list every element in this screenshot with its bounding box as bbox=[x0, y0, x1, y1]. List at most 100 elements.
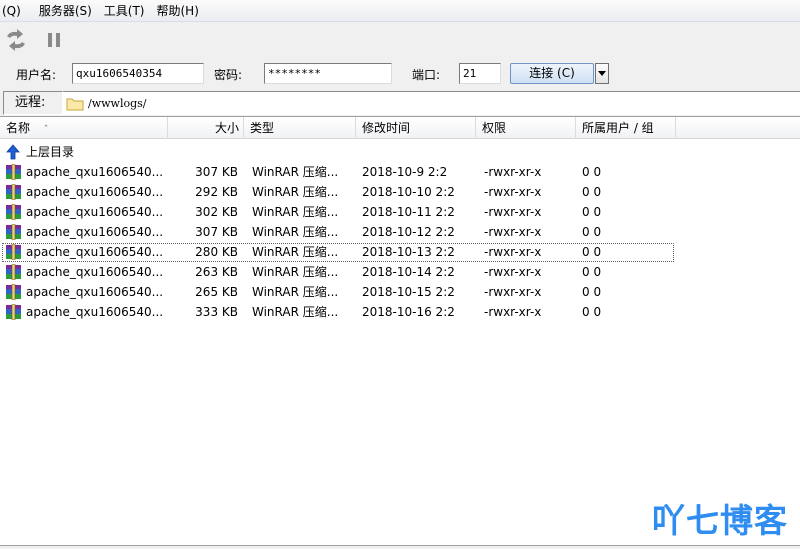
file-name: apache_qxu1606540... bbox=[26, 165, 164, 179]
file-owner: 0 0 bbox=[582, 225, 602, 239]
file-modified: 2018-10-13 2:2 bbox=[362, 245, 455, 259]
pause-icon bbox=[48, 33, 60, 47]
column-header-type[interactable]: 类型 bbox=[244, 117, 356, 139]
file-type: WinRAR 压缩... bbox=[252, 225, 339, 239]
winrar-archive-icon bbox=[6, 224, 21, 240]
file-modified: 2018-10-9 2:2 bbox=[362, 165, 448, 179]
winrar-archive-icon bbox=[6, 304, 21, 320]
winrar-archive-icon bbox=[6, 164, 21, 180]
file-type: WinRAR 压缩... bbox=[252, 285, 339, 299]
file-name: apache_qxu1606540... bbox=[26, 285, 164, 299]
file-row[interactable]: apache_qxu1606540... 280 KB WinRAR 压缩... 20… bbox=[0, 242, 800, 262]
file-row[interactable]: apache_qxu1606540... 292 KB WinRAR 压缩... 20… bbox=[0, 182, 800, 202]
password-field[interactable]: ******** bbox=[264, 63, 392, 84]
file-row[interactable]: apache_qxu1606540... 307 KB WinRAR 压缩... 20… bbox=[0, 162, 800, 182]
username-label: 用户名: bbox=[16, 68, 57, 82]
file-modified: 2018-10-14 2:2 bbox=[362, 265, 455, 279]
parent-directory-row[interactable]: 上层目录 bbox=[0, 142, 800, 162]
winrar-archive-icon bbox=[6, 184, 21, 200]
file-permissions: -rwxr-xr-x bbox=[484, 245, 542, 259]
column-name-label: 名称 bbox=[6, 121, 31, 135]
winrar-archive-icon bbox=[6, 244, 21, 260]
file-size: 280 KB bbox=[195, 245, 238, 259]
file-permissions: -rwxr-xr-x bbox=[484, 165, 542, 179]
remote-path-input[interactable]: /wwwlogs/ bbox=[63, 91, 800, 115]
remote-path-row: 远程: /wwwlogs/ bbox=[0, 91, 800, 116]
file-name: apache_qxu1606540... bbox=[26, 305, 164, 319]
file-modified: 2018-10-10 2:2 bbox=[362, 185, 455, 199]
file-type: WinRAR 压缩... bbox=[252, 205, 339, 219]
refresh-icon bbox=[7, 29, 25, 51]
menu-tools[interactable]: 工具(T) bbox=[100, 0, 153, 22]
file-permissions: -rwxr-xr-x bbox=[484, 285, 542, 299]
file-modified: 2018-10-12 2:2 bbox=[362, 225, 455, 239]
remote-label: 远程: bbox=[3, 91, 63, 115]
menu-help[interactable]: 帮助(H) bbox=[153, 0, 207, 22]
column-header-permissions[interactable]: 权限 bbox=[476, 117, 576, 139]
file-size: 302 KB bbox=[195, 205, 238, 219]
connect-button[interactable]: 连接 (C) bbox=[510, 63, 594, 84]
file-owner: 0 0 bbox=[582, 305, 602, 319]
file-owner: 0 0 bbox=[582, 205, 602, 219]
ftp-client-window: (Q) 服务器(S) 工具(T) 帮助(H) 用户名: qxu160654035… bbox=[0, 0, 800, 549]
column-header-modified[interactable]: 修改时间 bbox=[356, 117, 476, 139]
file-row[interactable]: apache_qxu1606540... 333 KB WinRAR 压缩... 20… bbox=[0, 302, 800, 322]
file-list: 名称 ˆ 大小 类型 修改时间 权限 所属用户 / 组 上层目录 apache_… bbox=[0, 116, 800, 549]
column-header-size[interactable]: 大小 bbox=[168, 117, 244, 139]
file-name: apache_qxu1606540... bbox=[26, 265, 164, 279]
password-label: 密码: bbox=[214, 68, 243, 82]
file-name: apache_qxu1606540... bbox=[26, 225, 164, 239]
file-row[interactable]: apache_qxu1606540... 307 KB WinRAR 压缩... 20… bbox=[0, 222, 800, 242]
menu-bar: (Q) 服务器(S) 工具(T) 帮助(H) bbox=[0, 0, 800, 22]
file-name: apache_qxu1606540... bbox=[26, 205, 164, 219]
file-permissions: -rwxr-xr-x bbox=[484, 205, 542, 219]
file-size: 265 KB bbox=[195, 285, 238, 299]
file-row[interactable]: apache_qxu1606540... 263 KB WinRAR 压缩... 20… bbox=[0, 262, 800, 282]
file-modified: 2018-10-15 2:2 bbox=[362, 285, 455, 299]
list-bottom-edge bbox=[0, 545, 800, 549]
chevron-down-icon bbox=[598, 71, 606, 76]
column-header-name[interactable]: 名称 ˆ bbox=[0, 117, 168, 139]
file-size: 292 KB bbox=[195, 185, 238, 199]
file-owner: 0 0 bbox=[582, 165, 602, 179]
file-permissions: -rwxr-xr-x bbox=[484, 265, 542, 279]
winrar-archive-icon bbox=[6, 204, 21, 220]
winrar-archive-icon bbox=[6, 284, 21, 300]
file-type: WinRAR 压缩... bbox=[252, 245, 339, 259]
file-type: WinRAR 压缩... bbox=[252, 265, 339, 279]
file-size: 307 KB bbox=[195, 165, 238, 179]
refresh-button[interactable] bbox=[2, 26, 30, 54]
file-row[interactable]: apache_qxu1606540... 265 KB WinRAR 压缩... 20… bbox=[0, 282, 800, 302]
watermark-text: 吖七博客 bbox=[652, 501, 788, 540]
up-arrow-icon bbox=[6, 144, 20, 160]
file-size: 333 KB bbox=[195, 305, 238, 319]
login-row: 用户名: qxu1606540354 密码: ******** 端口: 21 连… bbox=[0, 60, 800, 88]
column-header-owner[interactable]: 所属用户 / 组 bbox=[576, 117, 676, 139]
file-owner: 0 0 bbox=[582, 185, 602, 199]
connect-dropdown-button[interactable] bbox=[595, 63, 609, 84]
parent-directory-label: 上层目录 bbox=[26, 145, 75, 159]
username-field[interactable]: qxu1606540354 bbox=[72, 63, 204, 84]
file-name: apache_qxu1606540... bbox=[26, 245, 164, 259]
file-permissions: -rwxr-xr-x bbox=[484, 185, 542, 199]
pause-button[interactable] bbox=[40, 26, 68, 54]
file-owner: 0 0 bbox=[582, 265, 602, 279]
menu-server[interactable]: 服务器(S) bbox=[35, 0, 100, 22]
sort-indicator-icon: ˆ bbox=[43, 125, 49, 135]
file-type: WinRAR 压缩... bbox=[252, 185, 339, 199]
toolbar bbox=[0, 22, 800, 58]
file-type: WinRAR 压缩... bbox=[252, 305, 339, 319]
folder-icon bbox=[66, 98, 84, 110]
remote-path-text: /wwwlogs/ bbox=[88, 97, 147, 110]
port-field[interactable]: 21 bbox=[459, 63, 501, 84]
file-list-header: 名称 ˆ 大小 类型 修改时间 权限 所属用户 / 组 bbox=[0, 117, 800, 139]
file-owner: 0 0 bbox=[582, 245, 602, 259]
file-modified: 2018-10-16 2:2 bbox=[362, 305, 455, 319]
file-row[interactable]: apache_qxu1606540... 302 KB WinRAR 压缩... 20… bbox=[0, 202, 800, 222]
file-modified: 2018-10-11 2:2 bbox=[362, 205, 455, 219]
file-size: 263 KB bbox=[195, 265, 238, 279]
file-size: 307 KB bbox=[195, 225, 238, 239]
file-permissions: -rwxr-xr-x bbox=[484, 305, 542, 319]
menu-quit[interactable]: (Q) bbox=[0, 0, 35, 22]
port-label: 端口: bbox=[412, 68, 441, 82]
